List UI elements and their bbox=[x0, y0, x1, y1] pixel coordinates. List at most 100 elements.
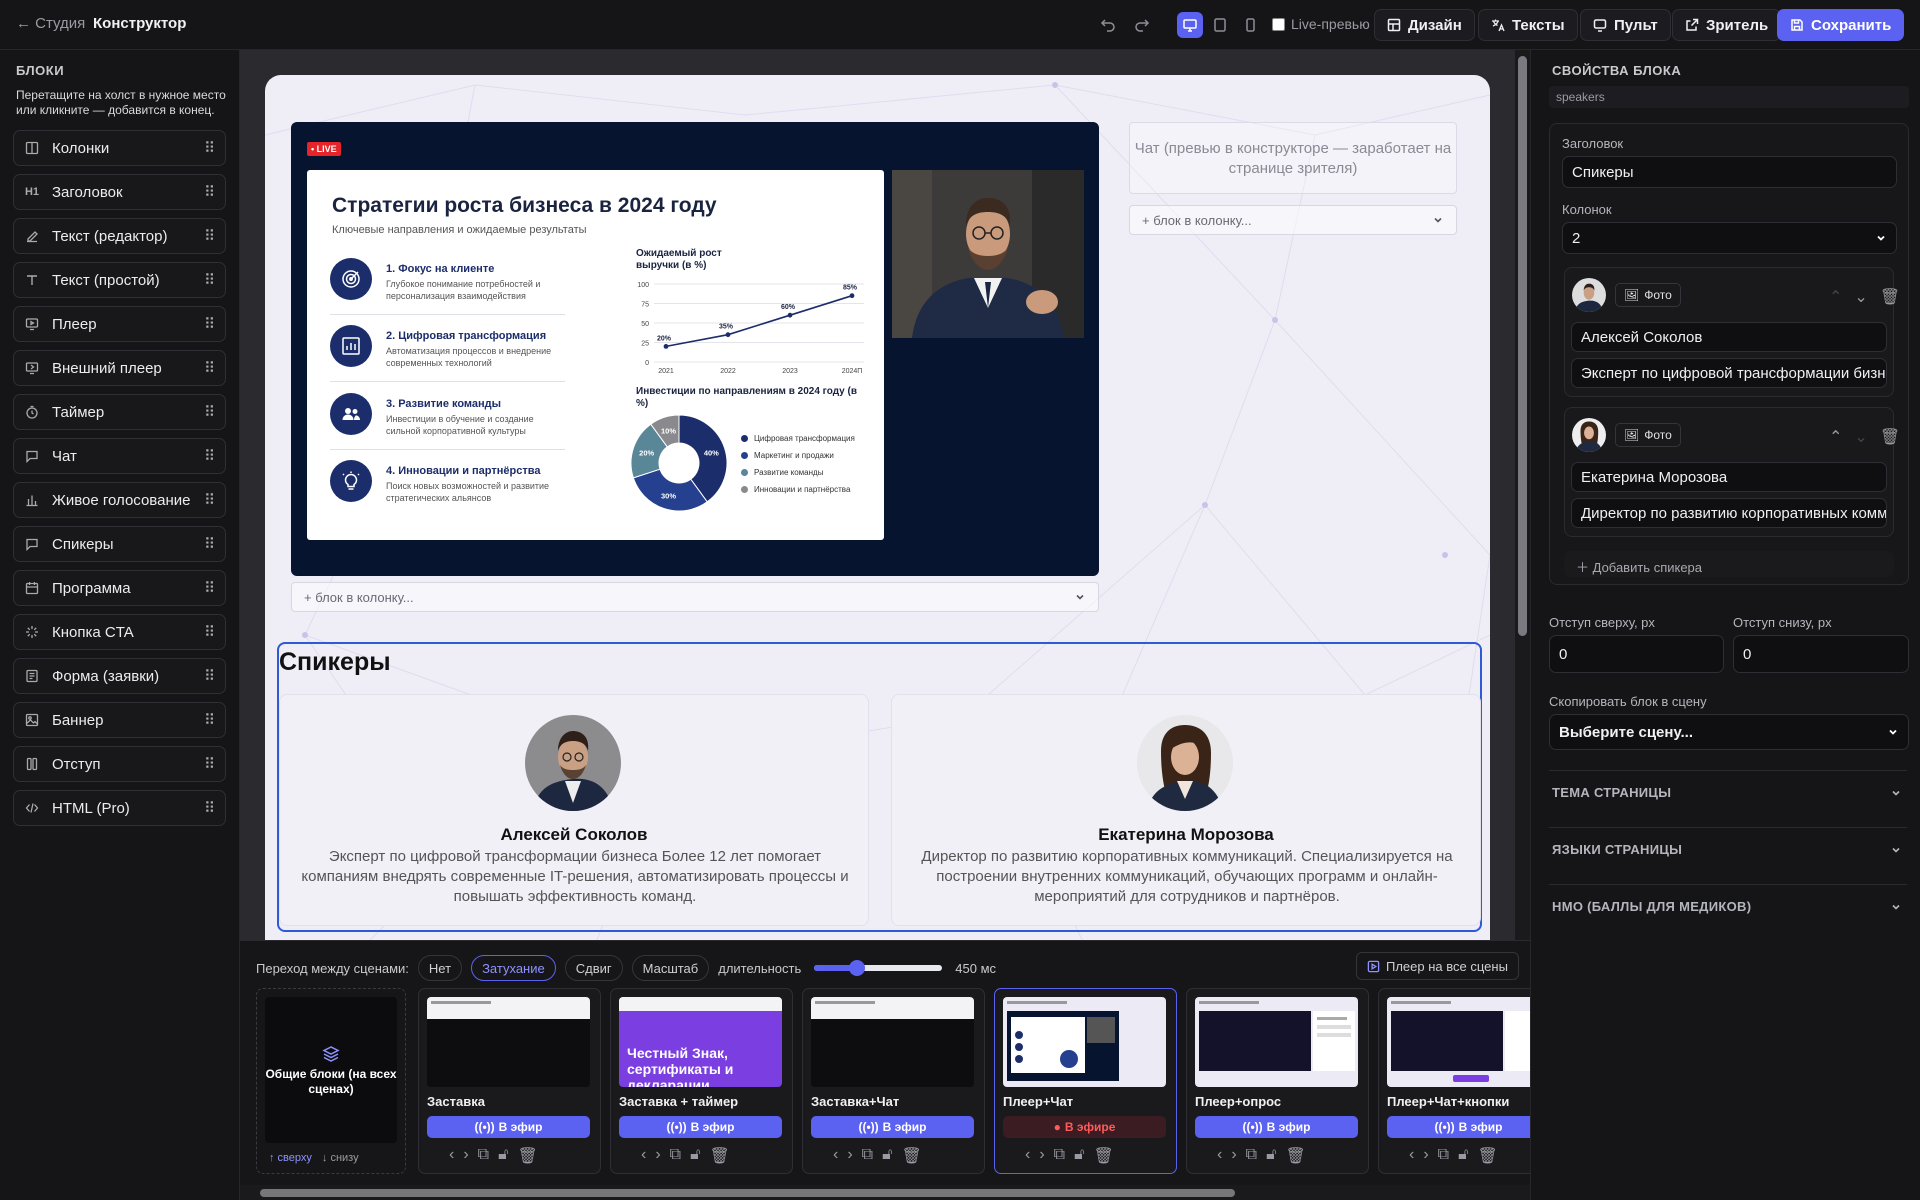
lock-icon[interactable]: 🔓︎ bbox=[690, 1146, 700, 1166]
trash-icon[interactable]: 🗑︎ bbox=[1880, 287, 1900, 307]
player-all-scenes-button[interactable]: Плеер на все сцены bbox=[1356, 952, 1519, 980]
slider-knob[interactable] bbox=[848, 960, 865, 976]
scene-card[interactable]: Плеер+Чат+кнопки ((•)) В эфир ‹ › ⧉ 🔓︎ 🗑︎ bbox=[1378, 988, 1530, 1174]
trash-icon[interactable]: 🗑︎ bbox=[901, 1146, 921, 1166]
duration-slider[interactable] bbox=[814, 960, 943, 976]
trash-icon[interactable]: 🗑︎ bbox=[1285, 1146, 1305, 1166]
move-up-icon[interactable]: ⌃ bbox=[1829, 287, 1842, 307]
go-on-air-button[interactable]: ((•)) В эфир bbox=[619, 1116, 782, 1138]
lock-icon[interactable]: 🔓︎ bbox=[1074, 1146, 1084, 1166]
lock-icon[interactable]: 🔓︎ bbox=[1458, 1146, 1468, 1166]
block-item-chat[interactable]: Чат ⠿ bbox=[13, 438, 226, 474]
lock-icon[interactable]: 🔓︎ bbox=[1266, 1146, 1276, 1166]
scene-card[interactable]: Честный Знак, сертификаты и декларации З… bbox=[610, 988, 793, 1174]
redo-icon[interactable] bbox=[1129, 12, 1155, 38]
block-item-speakers[interactable]: Спикеры ⠿ bbox=[13, 526, 226, 562]
move-left-icon[interactable]: ‹ bbox=[641, 1146, 646, 1166]
scene-card[interactable]: Плеер+опрос ((•)) В эфир ‹ › ⧉ 🔓︎ 🗑︎ bbox=[1186, 988, 1369, 1174]
scene-card-active[interactable]: Плеер+Чат ● В эфире ‹ › ⧉ 🔓︎ 🗑︎ bbox=[994, 988, 1177, 1174]
photo-upload-button[interactable]: 🖼︎ Фото bbox=[1615, 423, 1681, 447]
block-item-rich-text[interactable]: Текст (редактор) ⠿ bbox=[13, 218, 226, 254]
speaker-name-input[interactable]: Алексей Соколов bbox=[1571, 322, 1887, 352]
drag-handle-icon[interactable]: ⠿ bbox=[204, 359, 215, 377]
go-on-air-button[interactable]: ((•)) В эфир bbox=[427, 1116, 590, 1138]
add-block-to-column-select[interactable]: + блок в колонку... bbox=[1129, 205, 1457, 235]
transition-fade[interactable]: Затухание bbox=[471, 955, 556, 981]
trash-icon[interactable]: 🗑︎ bbox=[1477, 1146, 1497, 1166]
block-item-timer[interactable]: Таймер ⠿ bbox=[13, 394, 226, 430]
live-preview-checkbox[interactable] bbox=[1272, 17, 1285, 31]
scene-card[interactable]: Заставка ((•)) В эфир ‹ › ⧉ 🔓︎ 🗑︎ bbox=[418, 988, 601, 1174]
move-right-icon[interactable]: › bbox=[655, 1146, 660, 1166]
position-top-option[interactable]: ↑ сверху bbox=[269, 1152, 312, 1164]
drag-handle-icon[interactable]: ⠿ bbox=[204, 183, 215, 201]
drag-handle-icon[interactable]: ⠿ bbox=[204, 491, 215, 509]
copy-to-scene-select[interactable]: Выберите сцену... bbox=[1549, 714, 1909, 750]
desktop-view-icon[interactable] bbox=[1177, 12, 1203, 38]
block-item-banner[interactable]: Баннер ⠿ bbox=[13, 702, 226, 738]
speaker-video[interactable] bbox=[892, 170, 1084, 338]
block-item-live-poll[interactable]: Живое голосование ⠿ bbox=[13, 482, 226, 518]
speaker-desc-input[interactable]: Директор по развитию корпоративных комму… bbox=[1571, 498, 1887, 528]
go-on-air-button[interactable]: ((•)) В эфир bbox=[1387, 1116, 1530, 1138]
move-right-icon[interactable]: › bbox=[1039, 1146, 1044, 1166]
move-right-icon[interactable]: › bbox=[847, 1146, 852, 1166]
drag-handle-icon[interactable]: ⠿ bbox=[204, 667, 215, 685]
block-item-player[interactable]: Плеер ⠿ bbox=[13, 306, 226, 342]
undo-icon[interactable] bbox=[1095, 12, 1121, 38]
photo-upload-button[interactable]: 🖼︎ Фото bbox=[1615, 283, 1681, 307]
duplicate-icon[interactable]: ⧉ bbox=[1246, 1146, 1257, 1166]
drag-handle-icon[interactable]: ⠿ bbox=[204, 535, 215, 553]
trash-icon[interactable]: 🗑︎ bbox=[1093, 1146, 1113, 1166]
transition-none[interactable]: Нет bbox=[417, 955, 463, 981]
drag-handle-icon[interactable]: ⠿ bbox=[204, 711, 215, 729]
add-block-to-column-select[interactable]: + блок в колонку... bbox=[291, 582, 1099, 612]
position-bottom-option[interactable]: ↓ снизу bbox=[322, 1152, 359, 1164]
move-down-icon[interactable]: ⌄ bbox=[1854, 427, 1867, 447]
lock-icon[interactable]: 🔓︎ bbox=[882, 1146, 892, 1166]
scrollbar-thumb[interactable] bbox=[260, 1189, 1235, 1197]
tablet-view-icon[interactable] bbox=[1207, 12, 1233, 38]
move-left-icon[interactable]: ‹ bbox=[449, 1146, 454, 1166]
trash-icon[interactable]: 🗑︎ bbox=[709, 1146, 729, 1166]
block-item-program[interactable]: Программа ⠿ bbox=[13, 570, 226, 606]
design-button[interactable]: Дизайн bbox=[1374, 9, 1475, 41]
duplicate-icon[interactable]: ⧉ bbox=[670, 1146, 681, 1166]
speaker-name-input[interactable]: Екатерина Морозова bbox=[1571, 462, 1887, 492]
speaker-desc-input[interactable]: Эксперт по цифровой трансформации бизнес… bbox=[1571, 358, 1887, 388]
canvas-vertical-scrollbar[interactable] bbox=[1515, 50, 1530, 940]
drag-handle-icon[interactable]: ⠿ bbox=[204, 227, 215, 245]
heading-input[interactable]: Спикеры bbox=[1562, 156, 1897, 188]
drag-handle-icon[interactable]: ⠿ bbox=[204, 271, 215, 289]
go-on-air-button[interactable]: ((•)) В эфир bbox=[811, 1116, 974, 1138]
move-left-icon[interactable]: ‹ bbox=[833, 1146, 838, 1166]
drag-handle-icon[interactable]: ⠿ bbox=[204, 447, 215, 465]
trash-icon[interactable]: 🗑︎ bbox=[1880, 427, 1900, 447]
move-left-icon[interactable]: ‹ bbox=[1409, 1146, 1414, 1166]
drag-handle-icon[interactable]: ⠿ bbox=[204, 139, 215, 157]
go-on-air-button[interactable]: ((•)) В эфир bbox=[1195, 1116, 1358, 1138]
back-to-studio-link[interactable]: ← Студия bbox=[16, 15, 85, 32]
move-right-icon[interactable]: › bbox=[1231, 1146, 1236, 1166]
section-cme-points[interactable]: НМО (БАЛЛЫ ДЛЯ МЕДИКОВ) bbox=[1552, 899, 1902, 914]
transition-zoom[interactable]: Масштаб bbox=[631, 955, 710, 981]
duplicate-icon[interactable]: ⧉ bbox=[478, 1146, 489, 1166]
scenes-horizontal-scrollbar[interactable] bbox=[240, 1185, 1530, 1200]
texts-button[interactable]: Тексты bbox=[1478, 9, 1578, 41]
move-right-icon[interactable]: › bbox=[1423, 1146, 1428, 1166]
duplicate-icon[interactable]: ⧉ bbox=[1438, 1146, 1449, 1166]
common-blocks-card[interactable]: Общие блоки (на всех сценах) ↑ сверху ↓ … bbox=[256, 988, 406, 1174]
move-down-icon[interactable]: ⌄ bbox=[1854, 287, 1867, 307]
lock-icon[interactable]: 🔓︎ bbox=[498, 1146, 508, 1166]
block-item-spacer[interactable]: Отступ ⠿ bbox=[13, 746, 226, 782]
player-stage[interactable]: • LIVE Стратегии роста бизнеса в 2024 го… bbox=[291, 122, 1099, 576]
padding-top-input[interactable]: 0 bbox=[1549, 635, 1724, 673]
padding-bottom-input[interactable]: 0 bbox=[1733, 635, 1909, 673]
drag-handle-icon[interactable]: ⠿ bbox=[204, 755, 215, 773]
columns-select[interactable]: 2 bbox=[1562, 222, 1897, 254]
scrollbar-thumb[interactable] bbox=[1518, 56, 1527, 636]
move-up-icon[interactable]: ⌃ bbox=[1829, 427, 1842, 447]
drag-handle-icon[interactable]: ⠿ bbox=[204, 403, 215, 421]
drag-handle-icon[interactable]: ⠿ bbox=[204, 799, 215, 817]
block-item-form[interactable]: Форма (заявки) ⠿ bbox=[13, 658, 226, 694]
